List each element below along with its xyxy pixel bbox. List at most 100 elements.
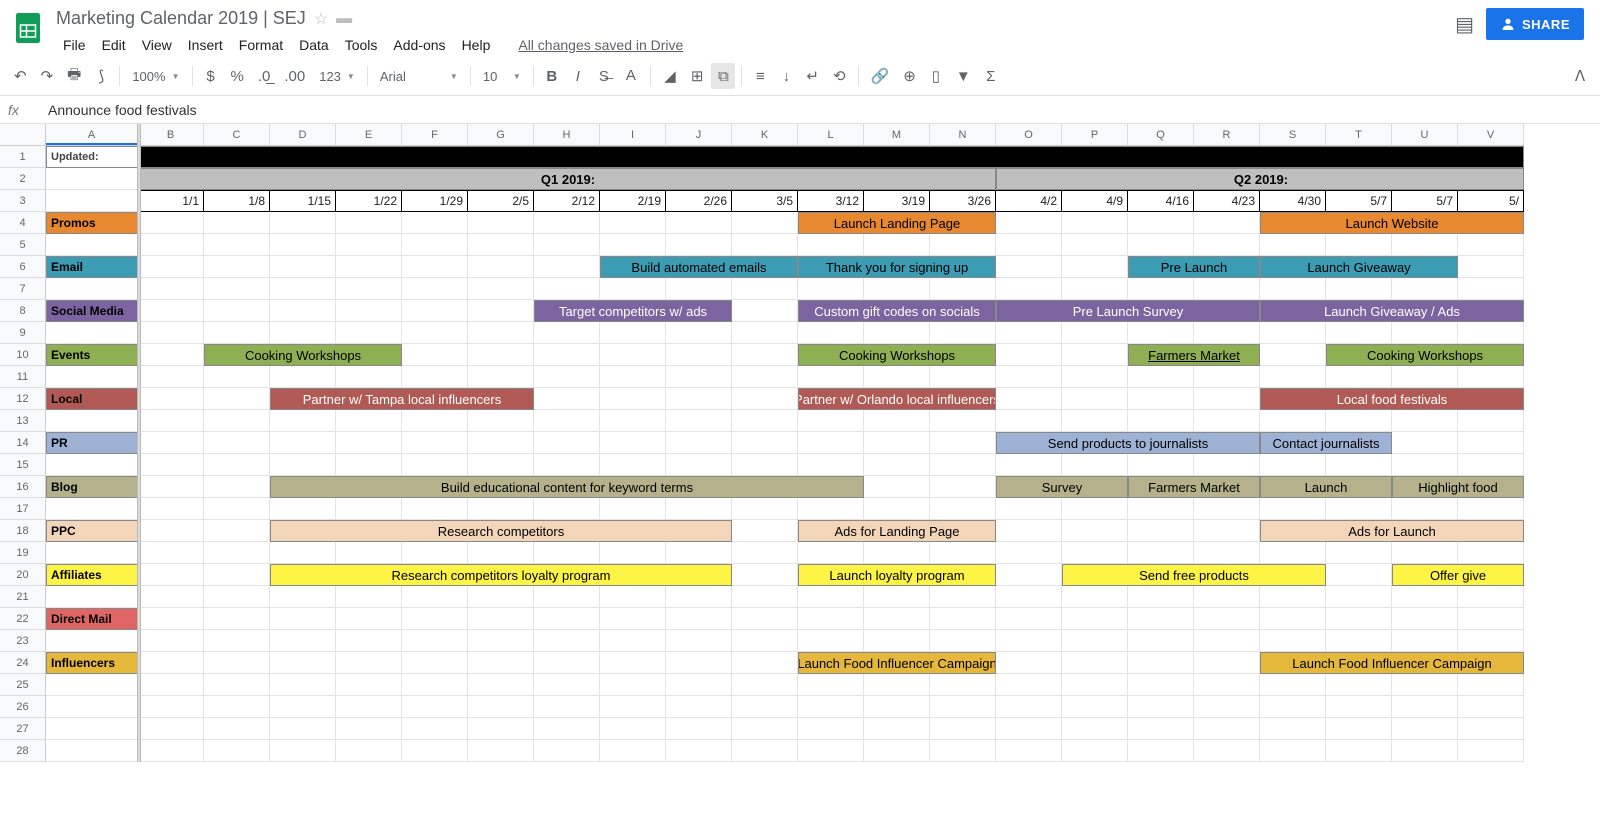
cell-R18C15[interactable] (996, 520, 1062, 542)
block-R12C12[interactable]: Partner w/ Orlando local influencers (798, 388, 996, 410)
cell-R8C5[interactable] (336, 300, 402, 322)
cell-R24C18[interactable] (1194, 652, 1260, 674)
block-R16C19[interactable]: Launch (1260, 476, 1392, 498)
cell-R11C18[interactable] (1194, 366, 1260, 388)
cell-R18C17[interactable] (1128, 520, 1194, 542)
cell-R17C15[interactable] (996, 498, 1062, 520)
save-status[interactable]: All changes saved in Drive (511, 33, 690, 57)
cell-R17C22[interactable] (1458, 498, 1524, 520)
cell-R19C10[interactable] (666, 542, 732, 564)
cell-R21C7[interactable] (468, 586, 534, 608)
cell-R28C8[interactable] (534, 740, 600, 762)
cell-R17C21[interactable] (1392, 498, 1458, 520)
cell-R27C18[interactable] (1194, 718, 1260, 740)
formula-input[interactable] (48, 102, 1592, 118)
cell-R13C2[interactable] (138, 410, 204, 432)
cell-A11[interactable] (46, 366, 138, 388)
select-all-cell[interactable] (0, 124, 46, 146)
cell-R5C10[interactable] (666, 234, 732, 256)
block-R24C19[interactable]: Launch Food Influencer Campaign (1260, 652, 1524, 674)
cell-R4C10[interactable] (666, 212, 732, 234)
cell-R24C3[interactable] (204, 652, 270, 674)
cell-R13C12[interactable] (798, 410, 864, 432)
cell-R28C11[interactable] (732, 740, 798, 762)
cell-R21C4[interactable] (270, 586, 336, 608)
cell-R23C3[interactable] (204, 630, 270, 652)
row-header-21[interactable]: 21 (0, 586, 46, 608)
cell-R27C19[interactable] (1260, 718, 1326, 740)
cell-R4C2[interactable] (138, 212, 204, 234)
col-header-Q[interactable]: Q (1128, 124, 1194, 146)
cell-R27C15[interactable] (996, 718, 1062, 740)
col-header-J[interactable]: J (666, 124, 732, 146)
cell-R10C11[interactable] (732, 344, 798, 366)
row-header-11[interactable]: 11 (0, 366, 46, 388)
cell-R27C12[interactable] (798, 718, 864, 740)
cell-R7C16[interactable] (1062, 278, 1128, 300)
cell-R5C15[interactable] (996, 234, 1062, 256)
cell-R19C7[interactable] (468, 542, 534, 564)
cell-R26C3[interactable] (204, 696, 270, 718)
cell-R20C2[interactable] (138, 564, 204, 586)
cell-R14C9[interactable] (600, 432, 666, 454)
category-1[interactable]: Updated: (46, 146, 138, 168)
cell-R13C13[interactable] (864, 410, 930, 432)
block-R8C19[interactable]: Launch Giveaway / Ads (1260, 300, 1524, 322)
cell-R26C10[interactable] (666, 696, 732, 718)
block-R10C20[interactable]: Cooking Workshops (1326, 344, 1524, 366)
cell-R11C4[interactable] (270, 366, 336, 388)
freeze-bar[interactable] (137, 124, 141, 762)
cell-R19C8[interactable] (534, 542, 600, 564)
comments-icon[interactable]: ▤ (1455, 12, 1474, 37)
cell-R11C3[interactable] (204, 366, 270, 388)
cell-R11C10[interactable] (666, 366, 732, 388)
cell-A17[interactable] (46, 498, 138, 520)
cell-R15C2[interactable] (138, 454, 204, 476)
cell-R28C18[interactable] (1194, 740, 1260, 762)
cell-R20C15[interactable] (996, 564, 1062, 586)
col-header-G[interactable]: G (468, 124, 534, 146)
cell-R15C18[interactable] (1194, 454, 1260, 476)
cell-R24C16[interactable] (1062, 652, 1128, 674)
cell-R5C8[interactable] (534, 234, 600, 256)
cell-R9C20[interactable] (1326, 322, 1392, 344)
cell-R9C5[interactable] (336, 322, 402, 344)
cell-R7C3[interactable] (204, 278, 270, 300)
cell-R5C13[interactable] (864, 234, 930, 256)
cell-R26C9[interactable] (600, 696, 666, 718)
block-R4C19[interactable]: Launch Website (1260, 212, 1524, 234)
cell-R13C16[interactable] (1062, 410, 1128, 432)
cell-R5C14[interactable] (930, 234, 996, 256)
cell-R27C9[interactable] (600, 718, 666, 740)
cell-R5C7[interactable] (468, 234, 534, 256)
date-15[interactable]: 4/16 (1128, 190, 1194, 212)
block-R6C12[interactable]: Thank you for signing up (798, 256, 996, 278)
cell-R25C5[interactable] (336, 674, 402, 696)
cell-R22C16[interactable] (1062, 608, 1128, 630)
cell-R27C16[interactable] (1062, 718, 1128, 740)
filter-button[interactable]: ▼ (950, 63, 977, 89)
cell-R11C8[interactable] (534, 366, 600, 388)
cell-R25C12[interactable] (798, 674, 864, 696)
cell-R23C12[interactable] (798, 630, 864, 652)
cell-R17C16[interactable] (1062, 498, 1128, 520)
comment-button[interactable]: ⊕ (897, 63, 922, 89)
cell-R7C8[interactable] (534, 278, 600, 300)
cell-R9C3[interactable] (204, 322, 270, 344)
cell-R17C9[interactable] (600, 498, 666, 520)
cell-A21[interactable] (46, 586, 138, 608)
cell-A7[interactable] (46, 278, 138, 300)
row-header-3[interactable]: 3 (0, 190, 46, 212)
cell-R13C8[interactable] (534, 410, 600, 432)
block-R2C15[interactable]: Q2 2019: (996, 168, 1524, 190)
cell-R28C6[interactable] (402, 740, 468, 762)
cell-R23C8[interactable] (534, 630, 600, 652)
sheets-logo[interactable] (8, 8, 48, 48)
date-4[interactable]: 1/29 (402, 190, 468, 212)
date-16[interactable]: 4/23 (1194, 190, 1260, 212)
cell-R19C15[interactable] (996, 542, 1062, 564)
cell-R14C14[interactable] (930, 432, 996, 454)
cell-R11C13[interactable] (864, 366, 930, 388)
cell-R9C15[interactable] (996, 322, 1062, 344)
cell-R12C2[interactable] (138, 388, 204, 410)
